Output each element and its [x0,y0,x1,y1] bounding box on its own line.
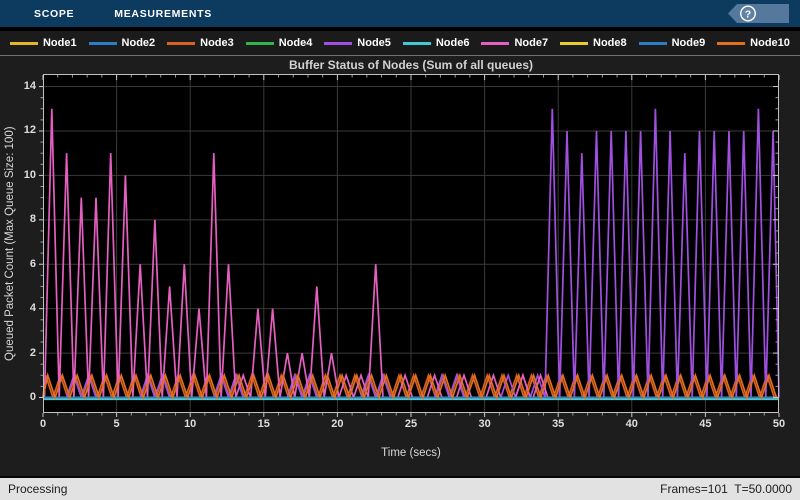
legend-swatch [403,42,431,45]
x-tick-label: 5 [97,418,137,430]
chart-canvas[interactable] [43,74,779,413]
x-tick-label: 40 [612,418,652,430]
legend-swatch [324,42,352,45]
legend-item-node7[interactable]: Node7 [481,37,548,49]
legend-label: Node3 [200,37,234,49]
legend-item-node3[interactable]: Node3 [167,37,234,49]
x-tick-label: 25 [391,418,431,430]
legend-item-node4[interactable]: Node4 [246,37,313,49]
x-tick-label: 20 [317,418,357,430]
x-tick-label: 45 [685,418,725,430]
legend-item-node5[interactable]: Node5 [324,37,391,49]
y-tick-label: 10 [8,169,36,181]
legend-label: Node2 [122,37,156,49]
frame-time-readout: Frames=101 T=50.0000 [660,482,792,496]
legend-swatch [560,42,588,45]
y-tick-label: 8 [8,213,36,225]
x-axis-label: Time (secs) [43,447,779,459]
legend-swatch [717,42,745,45]
x-tick-label: 50 [759,418,799,430]
legend-label: Node8 [593,37,627,49]
legend-swatch [246,42,274,45]
legend-swatch [10,42,38,45]
legend-item-node10[interactable]: Node10 [717,37,790,49]
legend-item-node2[interactable]: Node2 [89,37,156,49]
legend-label: Node5 [357,37,391,49]
y-tick-label: 14 [8,80,36,92]
legend-item-node6[interactable]: Node6 [403,37,470,49]
legend-label: Node1 [43,37,77,49]
legend-label: Node10 [750,37,790,49]
status-bar: Processing Frames=101 T=50.0000 [0,476,800,500]
legend-swatch [89,42,117,45]
legend-item-node1[interactable]: Node1 [10,37,77,49]
y-tick-label: 6 [8,258,36,270]
tab-measurements[interactable]: MEASUREMENTS [94,0,232,27]
y-tick-label: 0 [8,391,36,403]
x-tick-label: 15 [244,418,284,430]
x-tick-label: 0 [23,418,63,430]
y-tick-label: 2 [8,347,36,359]
x-tick-label: 30 [465,418,505,430]
legend-item-node8[interactable]: Node8 [560,37,627,49]
x-tick-label: 10 [170,418,210,430]
y-tick-label: 12 [8,124,36,136]
legend-swatch [481,42,509,45]
tab-scope[interactable]: SCOPE [14,0,94,27]
status-text: Processing [8,482,67,496]
legend-swatch [639,42,667,45]
legend-label: Node6 [436,37,470,49]
toolstrip: SCOPE MEASUREMENTS ? [0,0,800,27]
svg-text:?: ? [745,8,751,20]
figure-area: Buffer Status of Nodes (Sum of all queue… [0,56,800,477]
legend-label: Node9 [672,37,706,49]
legend-item-node9[interactable]: Node9 [639,37,706,49]
legend-label: Node7 [514,37,548,49]
plot-area[interactable] [43,74,779,413]
chart-title: Buffer Status of Nodes (Sum of all queue… [43,58,779,72]
help-icon[interactable]: ? [728,3,790,24]
x-tick-label: 35 [538,418,578,430]
legend-label: Node4 [279,37,313,49]
y-tick-label: 4 [8,302,36,314]
legend-bar: Node1 Node2 Node3 Node4 Node5 Node6 Node7 Node8… [0,31,800,56]
legend-swatch [167,42,195,45]
